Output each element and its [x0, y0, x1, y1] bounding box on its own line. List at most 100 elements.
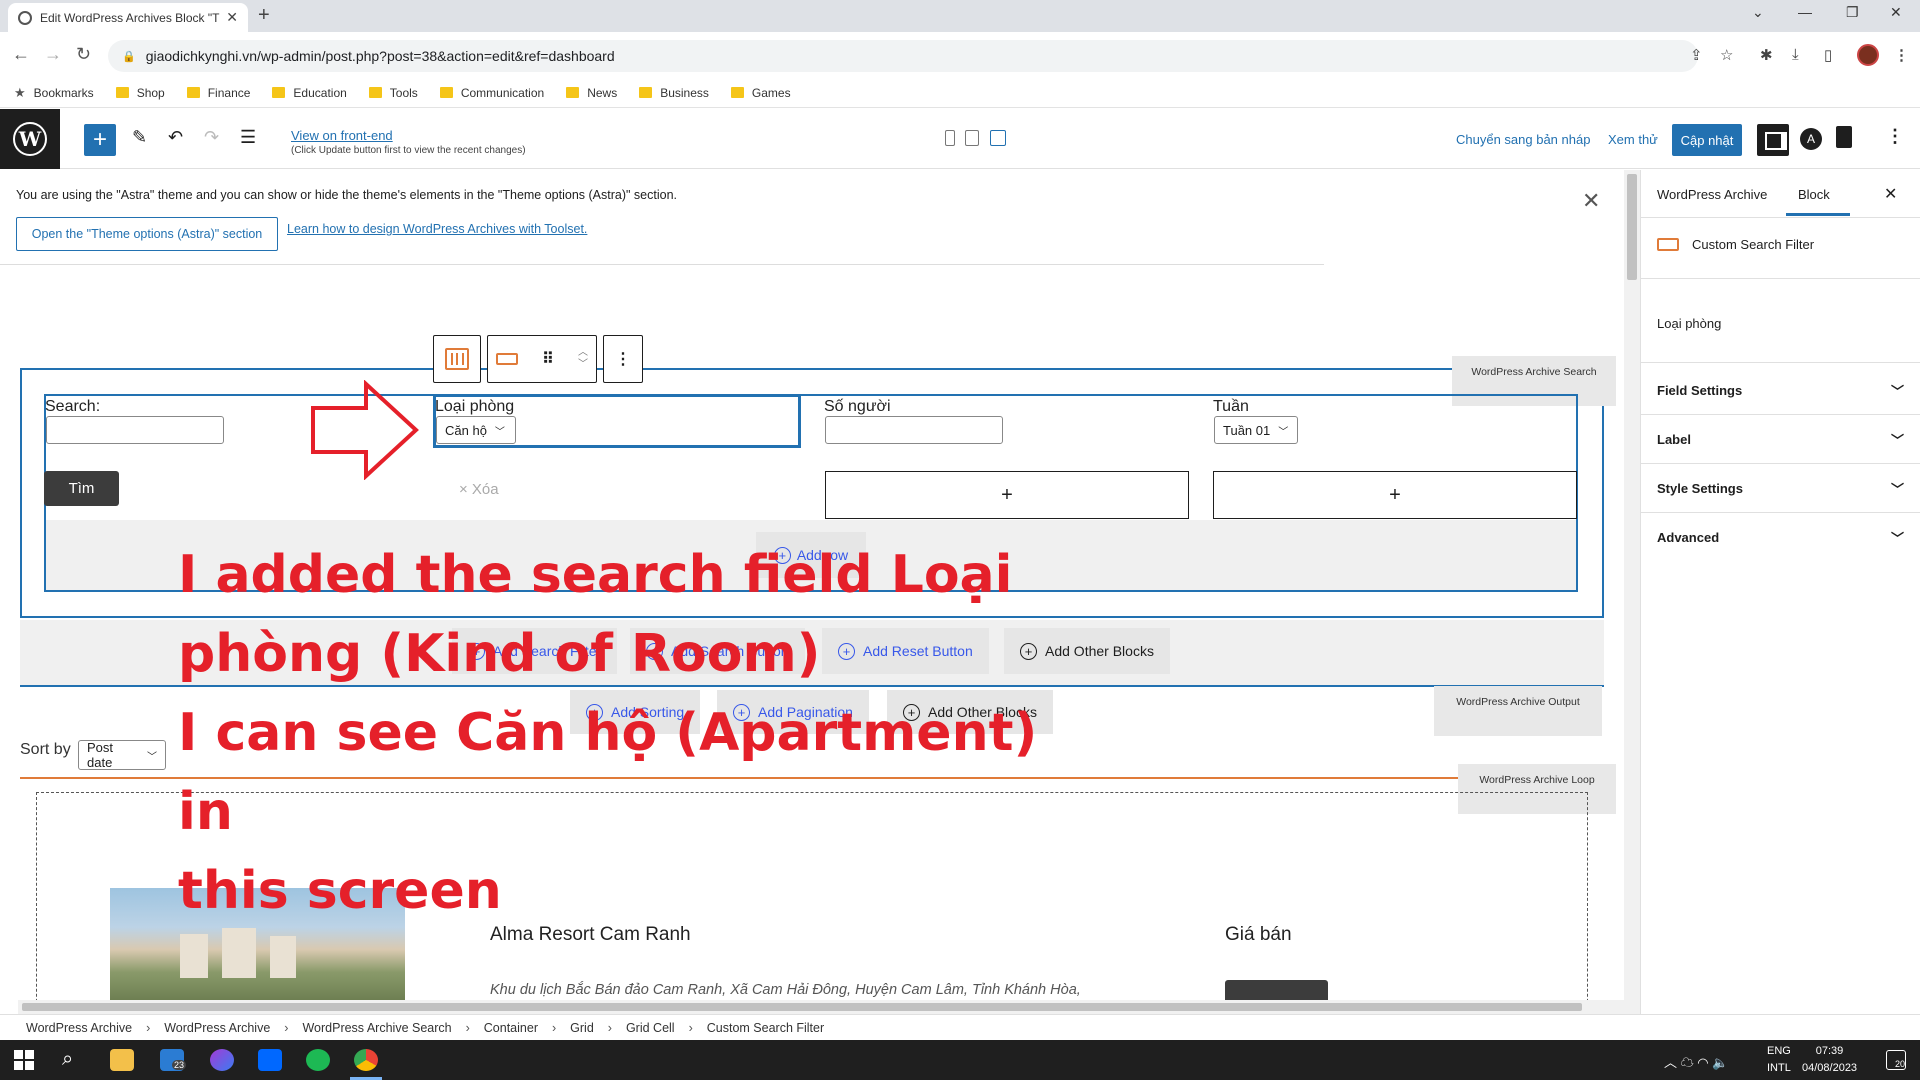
people-count-input[interactable] [825, 416, 1003, 444]
zalo-icon[interactable] [258, 1049, 282, 1071]
close-notice-icon[interactable]: ✕ [1582, 188, 1600, 214]
bookmark-star-icon[interactable]: ☆ [1720, 46, 1733, 64]
search-submit-button[interactable]: Tìm [44, 471, 119, 506]
block-more-options-icon[interactable]: ⋮ [603, 335, 643, 383]
chrome-icon[interactable] [354, 1049, 378, 1071]
folder-icon [115, 87, 129, 98]
bookmarks-bar: ★ Bookmarks Shop Finance Education Tools … [0, 78, 1920, 108]
view-front-end-link[interactable]: View on front-end [291, 128, 393, 143]
restore-button[interactable]: ❐ [1846, 4, 1859, 21]
astra-icon[interactable]: A [1800, 128, 1822, 150]
search-input[interactable] [46, 416, 224, 444]
canvas-vertical-scrollbar[interactable] [1624, 170, 1640, 1014]
spotify-icon[interactable] [306, 1049, 330, 1071]
clear-link[interactable]: × Xóa [459, 481, 499, 498]
panel-advanced[interactable]: Advanced ﹀ [1640, 513, 1920, 562]
windows-start-icon[interactable] [14, 1050, 34, 1070]
tab-block[interactable]: Block [1798, 187, 1830, 202]
room-type-select[interactable]: Căn hộ ﹀ [436, 416, 516, 444]
system-tray-icons[interactable]: ︿ ☁ ◠ 🔈 [1664, 1052, 1728, 1071]
url-field[interactable]: 🔒 giaodichkynghi.vn/wp-admin/post.php?po… [108, 40, 1698, 72]
tablet-preview-icon[interactable] [965, 130, 979, 146]
wordpress-logo[interactable]: W [0, 109, 60, 169]
breadcrumb-item[interactable]: WordPress Archive Search [302, 1021, 451, 1035]
forward-icon[interactable]: → [44, 44, 62, 65]
parent-block-button[interactable] [433, 335, 481, 383]
browser-menu-icon[interactable]: ⋮ [1894, 46, 1909, 64]
redo-icon[interactable]: ↷ [204, 127, 219, 148]
add-block-placeholder[interactable]: + [825, 471, 1189, 519]
bookmark-communication[interactable]: Communication [439, 86, 544, 100]
breadcrumb-item[interactable]: WordPress Archive [26, 1021, 132, 1035]
chevron-down-icon: ﹀ [1890, 432, 1904, 448]
bookmark-games[interactable]: Games [730, 86, 791, 100]
preview-button[interactable]: Xem thử [1608, 132, 1658, 147]
download-icon[interactable]: ⤓ [1792, 46, 1799, 63]
mobile-preview-icon[interactable] [945, 130, 955, 146]
search-filter-icon[interactable] [496, 353, 518, 365]
file-explorer-icon[interactable] [110, 1049, 134, 1071]
browser-tab[interactable]: Edit WordPress Archives Block "T ✕ [8, 3, 248, 32]
learn-design-link[interactable]: Learn how to design WordPress Archives w… [287, 222, 587, 236]
clock[interactable]: 07:39 04/08/2023 [1802, 1043, 1857, 1077]
add-block-button[interactable]: + [84, 124, 116, 156]
desktop-preview-icon[interactable] [990, 130, 1006, 146]
bookmark-tools[interactable]: Tools [368, 86, 418, 100]
list-view-icon[interactable]: ☰ [240, 127, 256, 148]
add-block-placeholder[interactable]: + [1213, 471, 1577, 519]
bookmark-business[interactable]: Business [639, 86, 709, 100]
settings-sidebar-icon[interactable] [1757, 124, 1789, 156]
block-name: Custom Search Filter [1692, 237, 1815, 252]
week-select[interactable]: Tuần 01 ﹀ [1214, 416, 1298, 444]
tab-search-icon[interactable]: ⌄ [1752, 4, 1764, 21]
search-icon[interactable]: ⌕ [62, 1048, 73, 1071]
undo-icon[interactable]: ↶ [168, 127, 183, 148]
bookmark-news[interactable]: News [566, 86, 617, 100]
panel-style-settings[interactable]: Style Settings ﹀ [1640, 464, 1920, 513]
open-theme-options-button[interactable]: Open the "Theme options (Astra)" section [16, 217, 278, 251]
profile-avatar[interactable] [1857, 44, 1879, 66]
browser-tab-strip [0, 0, 1920, 32]
breadcrumb-item[interactable]: WordPress Archive [164, 1021, 270, 1035]
extensions-icon[interactable]: ✱ [1760, 46, 1773, 64]
folder-icon [368, 87, 382, 98]
messenger-icon[interactable] [210, 1049, 234, 1071]
bookmark-shop[interactable]: Shop [115, 86, 165, 100]
pencil-icon[interactable]: ✎ [132, 127, 147, 148]
options-menu-icon[interactable]: ⋮ [1886, 126, 1904, 147]
update-button[interactable]: Cập nhật [1672, 124, 1742, 156]
chevron-right-icon: › [284, 1020, 289, 1035]
notification-icon[interactable]: 20 [1886, 1050, 1906, 1070]
side-panel-icon[interactable]: ▯ [1824, 46, 1832, 64]
drag-handle-icon[interactable]: ⠿ [542, 349, 554, 369]
star-icon: ★ [14, 84, 26, 100]
close-window-button[interactable]: ✕ [1890, 4, 1902, 21]
bookmark-education[interactable]: Education [272, 86, 347, 100]
bookmarks-item[interactable]: ★ Bookmarks [14, 85, 94, 101]
chevron-right-icon: › [465, 1020, 470, 1035]
language-indicator[interactable]: ENG INTL [1767, 1043, 1791, 1077]
red-arrow-annotation [311, 380, 419, 480]
close-sidebar-icon[interactable]: ✕ [1884, 184, 1897, 204]
settings-sidebar [1640, 170, 1920, 1014]
toolset-icon[interactable] [1836, 126, 1852, 148]
panel-label[interactable]: Label ﹀ [1640, 415, 1920, 464]
breadcrumb-item[interactable]: Grid Cell [626, 1021, 675, 1035]
move-up-down-icon[interactable]: ︿ ﹀ [578, 347, 588, 371]
back-icon[interactable]: ← [12, 44, 30, 65]
share-icon[interactable]: ⇪ [1690, 46, 1703, 64]
panel-field-settings[interactable]: Field Settings ﹀ [1640, 366, 1920, 415]
bookmark-finance[interactable]: Finance [186, 86, 250, 100]
breadcrumb-item[interactable]: Container [484, 1021, 538, 1035]
switch-to-draft-button[interactable]: Chuyển sang bản nháp [1456, 132, 1590, 147]
canvas-horizontal-scrollbar[interactable] [18, 1000, 1624, 1014]
breadcrumb-item[interactable]: Grid [570, 1021, 594, 1035]
sort-select[interactable]: Post date ﹀ [78, 740, 166, 770]
new-tab-button[interactable]: + [258, 4, 270, 27]
reload-icon[interactable]: ↻ [76, 44, 91, 65]
field-name: Loại phòng [1657, 316, 1722, 331]
breadcrumb-item[interactable]: Custom Search Filter [707, 1021, 824, 1035]
tab-wordpress-archive[interactable]: WordPress Archive [1657, 187, 1767, 202]
minimize-button[interactable]: — [1798, 4, 1812, 20]
tab-close-icon[interactable]: ✕ [226, 9, 238, 26]
